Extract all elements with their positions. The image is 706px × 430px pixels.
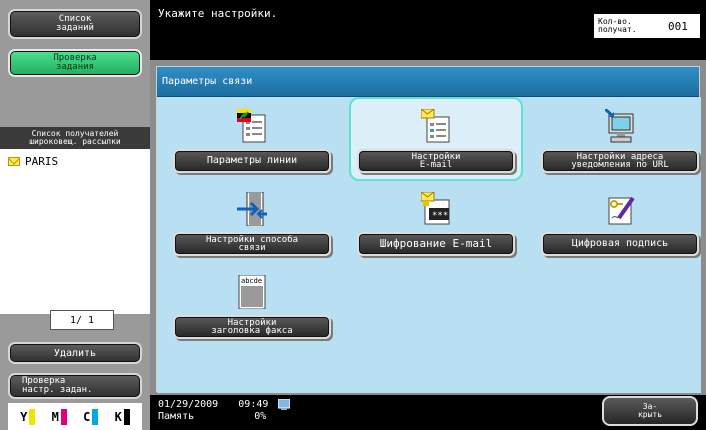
- toner-y-label: Y: [20, 409, 28, 424]
- fax-header-icon: abcde: [238, 275, 266, 309]
- page-indicator: 1/ 1: [50, 310, 114, 330]
- line-params-icon: [237, 109, 266, 143]
- option-line-params[interactable]: Параметры линии: [173, 107, 331, 183]
- email-encryption-label: Шифрование E-mail: [379, 237, 493, 250]
- copies-counter: Кол-во. получат. 001: [594, 14, 700, 38]
- option-comm-method[interactable]: Настройки способа связи: [173, 190, 331, 266]
- check-job-button[interactable]: Проверка задания: [8, 49, 142, 77]
- instruction-text: Укажите настройки.: [158, 7, 278, 20]
- svg-text:***: ***: [432, 211, 448, 221]
- option-email-encryption[interactable]: *** Шифрование E-mail: [357, 190, 515, 266]
- toner-c-label: C: [83, 409, 91, 424]
- toner-indicator: Y M C K: [8, 403, 142, 430]
- check-job-label-2: задания: [56, 62, 94, 72]
- digital-signature-icon: [608, 196, 635, 225]
- close-button[interactable]: За- крыть: [602, 396, 698, 426]
- toner-k-bar: [123, 408, 130, 425]
- toner-m: M: [51, 408, 67, 425]
- toner-k-label: K: [114, 409, 122, 424]
- delete-button[interactable]: Удалить: [8, 342, 142, 364]
- toner-y-bar: [29, 408, 36, 425]
- settings-window: Параметры связи Параметры линии Настройк…: [156, 66, 701, 393]
- email-settings-icon: [421, 109, 450, 143]
- email-encryption-button[interactable]: Шифрование E-mail: [357, 232, 515, 256]
- network-status-icon: [277, 398, 291, 410]
- digital-signature-label: Цифровая подпись: [571, 238, 669, 249]
- recipient-item[interactable]: PARIS: [0, 149, 150, 174]
- memory-value: 0%: [254, 411, 267, 422]
- line-params-label: Параметры линии: [206, 155, 298, 166]
- url-notification-label-2: уведомления по URL: [571, 160, 669, 170]
- check-settings-button[interactable]: Проверка настр. задан.: [8, 373, 142, 399]
- comm-method-button[interactable]: Настройки способа связи: [173, 232, 331, 256]
- email-settings-button[interactable]: Настройки E-mail: [357, 149, 515, 173]
- header-bar: Укажите настройки. Кол-во. получат. 001: [150, 0, 706, 60]
- memory-label: Память: [158, 411, 195, 422]
- option-fax-header[interactable]: abcde Настройки заголовка факса: [173, 273, 331, 349]
- fax-header-label-2: заголовка факса: [211, 326, 293, 336]
- toner-y: Y: [20, 408, 36, 425]
- recipient-name: PARIS: [25, 155, 59, 168]
- comm-method-icon: [237, 192, 267, 226]
- option-url-notification[interactable]: Настройки адреса уведомления по URL: [541, 107, 699, 183]
- line-params-button[interactable]: Параметры линии: [173, 149, 331, 173]
- option-email-settings[interactable]: Настройки E-mail: [357, 107, 515, 183]
- comm-method-label-2: связи: [238, 243, 266, 253]
- broadcast-header-line-2: широковещ. рассылки: [29, 137, 121, 146]
- check-settings-label-2: настр. задан.: [22, 385, 93, 395]
- copies-label: Кол-во. получат.: [594, 18, 650, 34]
- status-datetime: 01/29/2009 09:49 Память 0%: [158, 398, 291, 423]
- settings-title-bar: Параметры связи: [157, 67, 699, 97]
- broadcast-list-header: Список получателей широковещ. рассылки: [0, 127, 150, 149]
- toner-c: C: [83, 408, 99, 425]
- broadcast-recipient-list: Список получателей широковещ. рассылки P…: [0, 127, 150, 314]
- svg-text:abcde: abcde: [241, 277, 262, 285]
- job-list-label-2: заданий: [56, 23, 94, 33]
- url-notification-icon: [605, 109, 634, 143]
- copies-value: 001: [668, 19, 688, 33]
- option-digital-signature[interactable]: Цифровая подпись: [541, 190, 699, 266]
- copies-label-2: получат.: [598, 25, 637, 34]
- options-grid: Параметры линии Настройки E-mail Настрой…: [157, 97, 701, 393]
- left-sidebar: Список заданий Проверка задания Список п…: [0, 0, 150, 430]
- toner-k: K: [114, 408, 130, 425]
- footer-date: 01/29/2009: [158, 399, 219, 410]
- digital-signature-button[interactable]: Цифровая подпись: [541, 232, 699, 256]
- delete-label: Удалить: [53, 347, 97, 359]
- toner-m-label: M: [51, 409, 59, 424]
- footer-bar: 01/29/2009 09:49 Память 0% За- крыть: [150, 395, 706, 430]
- close-label-2: крыть: [637, 410, 663, 419]
- job-list-button[interactable]: Список заданий: [8, 9, 142, 39]
- footer-time: 09:49: [238, 399, 269, 410]
- toner-m-bar: [60, 408, 67, 425]
- email-settings-label-2: E-mail: [419, 160, 453, 170]
- main-panel: Параметры связи Параметры линии Настройк…: [150, 60, 706, 395]
- toner-c-bar: [92, 408, 99, 425]
- email-icon: [8, 157, 20, 166]
- settings-title: Параметры связи: [162, 76, 253, 87]
- email-encryption-icon: ***: [421, 192, 450, 225]
- fax-header-button[interactable]: Настройки заголовка факса: [173, 315, 331, 339]
- url-notification-button[interactable]: Настройки адреса уведомления по URL: [541, 149, 699, 173]
